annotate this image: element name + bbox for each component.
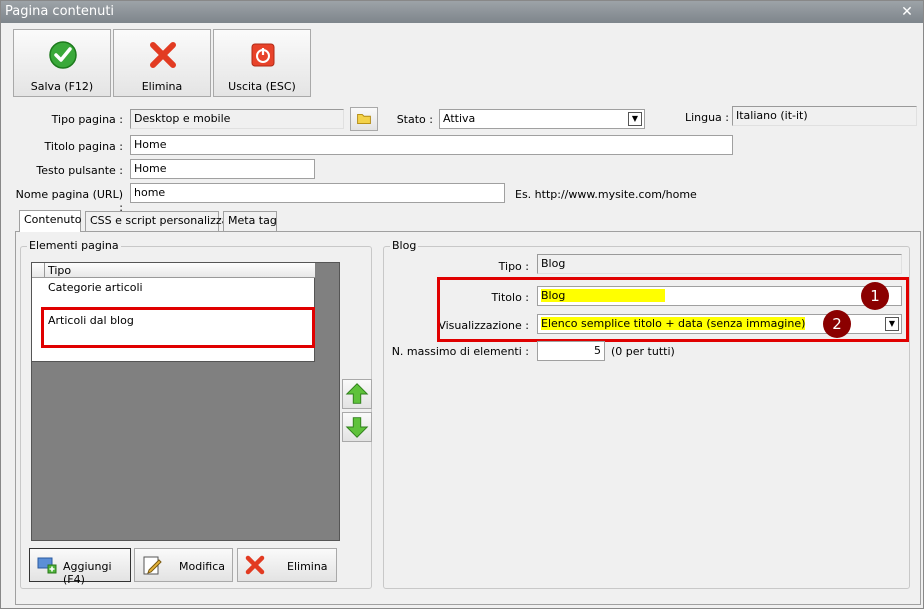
button-text-input[interactable]: Home [130,159,315,179]
button-text-label: Testo pulsante : [36,164,123,177]
delete-element-button-label: Elimina [287,560,328,573]
folder-icon [357,113,371,125]
delete-button-label: Elimina [141,80,183,93]
tab-contenuto[interactable]: Contenuto [19,210,81,232]
language-field: Italiano (it-it) [732,106,917,126]
row-selector-column [32,263,45,278]
url-example-text: Es. http://www.mysite.com/home [515,188,697,201]
page-elements-grid[interactable]: Tipo Categorie articoli Articoli dal blo… [31,262,340,541]
delete-element-button[interactable]: Elimina [237,548,337,582]
close-icon[interactable]: ✕ [897,1,917,23]
arrow-down-icon [345,417,369,438]
edit-button[interactable]: Modifica [134,548,233,582]
status-value: Attiva [443,112,476,125]
page-title-input[interactable]: Home [130,135,733,155]
tab-meta-tag[interactable]: Meta tag [223,211,277,231]
arrow-up-icon [345,383,369,404]
type-label: Tipo : [498,260,529,273]
title-bar: Pagina contenuti ✕ [1,1,923,23]
window-title: Pagina contenuti [5,4,115,19]
status-label: Stato : [396,113,433,126]
chevron-down-icon[interactable]: ▼ [628,112,642,126]
tab-css-script[interactable]: CSS e script personalizzati [85,211,236,231]
save-button[interactable]: Salva (F12) [13,29,111,97]
page-type-label: Tipo pagina : [51,113,123,126]
exit-button[interactable]: Uscita (ESC) [213,29,311,97]
browse-button[interactable] [350,107,378,131]
move-up-button[interactable] [342,379,372,409]
add-button-label: Aggiungi (F4) [63,560,112,586]
status-select[interactable]: Attiva ▼ [439,109,645,129]
edit-button-label: Modifica [179,560,225,573]
blog-group-title: Blog [390,239,419,252]
max-elements-label: N. massimo di elementi : [391,345,529,358]
type-field: Blog [537,254,902,274]
power-icon [251,43,275,67]
language-label: Lingua : [684,111,729,124]
red-x-icon [150,42,176,68]
annotation-badge-1: 1 [861,282,889,310]
add-button[interactable]: Aggiungi (F4) [29,548,131,586]
save-button-label: Salva (F12) [30,80,94,93]
annotation-badge-2: 2 [823,310,851,338]
max-elements-input[interactable]: 5 [537,341,605,361]
page-name-input[interactable]: home [130,183,505,203]
red-x-icon [245,555,265,575]
column-header-type: Tipo [48,264,72,277]
add-icon [37,557,57,574]
max-elements-hint: (0 per tutti) [611,345,675,358]
content-page-window: Pagina contenuti ✕ Salva (F12) Elimina U… [0,0,924,609]
page-title-label: Titolo pagina : [44,140,123,153]
delete-button[interactable]: Elimina [113,29,211,97]
list-item[interactable]: Categorie articoli [32,281,315,294]
page-elements-title: Elementi pagina [27,239,121,252]
exit-button-label: Uscita (ESC) [228,80,296,93]
grid-header: Tipo [32,263,315,278]
annotation-highlight-blog-row [41,307,315,348]
checkmark-icon [49,41,77,69]
page-type-field: Desktop e mobile [130,109,344,129]
edit-icon [143,556,162,575]
move-down-button[interactable] [342,412,372,442]
